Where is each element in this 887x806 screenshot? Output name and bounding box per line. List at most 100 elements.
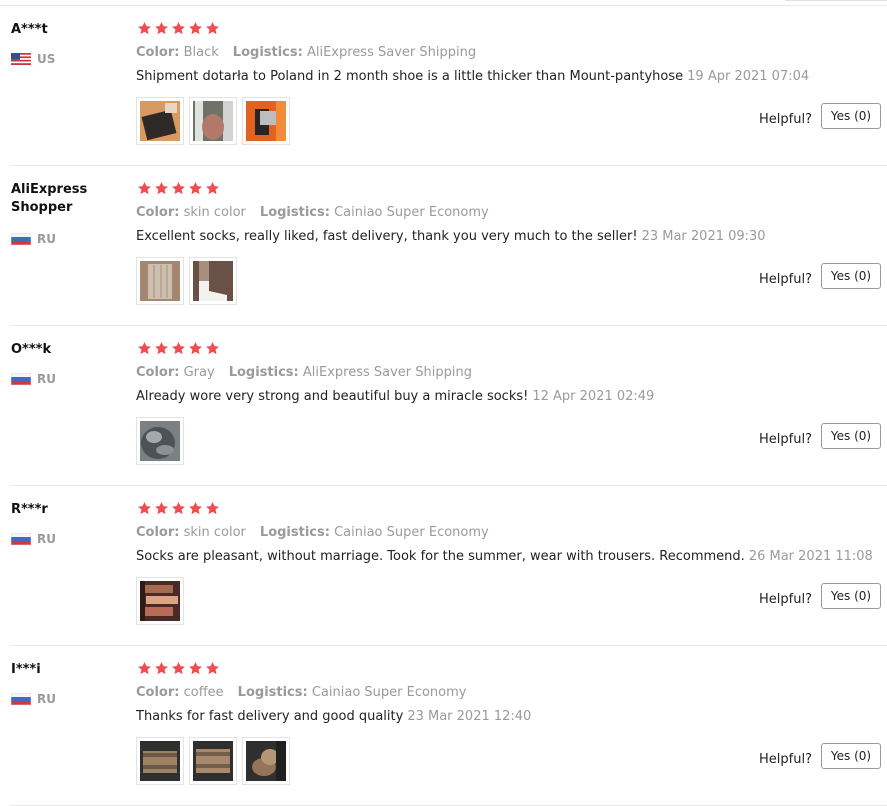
review-item: A***t US Color: Black Logistics: AliExpress…	[0, 6, 887, 166]
star-icon	[171, 661, 186, 676]
star-icon	[171, 341, 186, 356]
review-photo[interactable]	[136, 737, 184, 785]
star-icon	[188, 341, 203, 356]
reviewer-name: R***r	[11, 502, 48, 517]
review-photo[interactable]	[242, 737, 290, 785]
reviewer-country: US	[11, 52, 55, 66]
ru-flag-icon	[10, 232, 32, 246]
star-icon	[137, 501, 152, 516]
logistics-key: Logistics:	[259, 525, 330, 540]
helpful-label: Helpful?	[759, 751, 812, 767]
reviewer-name: I***i	[11, 662, 41, 677]
us-flag-icon	[11, 53, 31, 65]
logistics-value: AliExpress Saver Shipping	[306, 45, 477, 60]
review-attributes: Color: coffee Logistics: Cainiao Super Ec…	[136, 685, 467, 700]
top-edge	[785, 0, 887, 1]
review-attributes: Color: Gray Logistics: AliExpress Saver S…	[136, 365, 472, 380]
logistics-key: Logistics:	[228, 365, 299, 380]
review-text: Socks are pleasant, without marriage. To…	[136, 549, 745, 564]
star-icon	[205, 181, 220, 196]
review-photo[interactable]	[189, 257, 237, 305]
logistics-key: Logistics:	[232, 45, 303, 60]
review-photo[interactable]	[136, 257, 184, 305]
reviewer-name: A***t	[11, 22, 48, 37]
star-rating	[137, 21, 220, 36]
helpful-yes-button[interactable]: Yes (0)	[821, 263, 881, 289]
helpful-yes-button[interactable]: Yes (0)	[821, 103, 881, 129]
ru-flag-icon	[10, 372, 32, 386]
review-text-line: Socks are pleasant, without marriage. To…	[136, 549, 873, 564]
country-code: RU	[37, 232, 56, 246]
star-icon	[188, 181, 203, 196]
star-icon	[137, 181, 152, 196]
star-rating	[137, 661, 220, 676]
review-date: 23 Mar 2021 09:30	[641, 229, 766, 244]
star-icon	[154, 21, 169, 36]
review-attributes: Color: skin color Logistics: Cainiao Supe…	[136, 525, 489, 540]
country-code: RU	[37, 532, 56, 546]
color-value: skin color	[183, 525, 246, 540]
star-icon	[137, 341, 152, 356]
color-key: Color:	[136, 365, 180, 380]
star-rating	[137, 341, 220, 356]
color-value: Black	[183, 45, 219, 60]
review-photo[interactable]	[136, 97, 184, 145]
reviewer-name: O***k	[11, 342, 52, 357]
review-text-line: Thanks for fast delivery and good qualit…	[136, 709, 531, 724]
review-photo[interactable]	[189, 97, 237, 145]
review-item: R***r RU Color: skin color Logistics: Caini…	[0, 486, 887, 646]
helpful-label: Helpful?	[759, 591, 812, 607]
logistics-value: Cainiao Super Economy	[334, 525, 489, 540]
review-attributes: Color: Black Logistics: AliExpress Saver …	[136, 45, 476, 60]
logistics-key: Logistics:	[259, 205, 330, 220]
star-icon	[205, 501, 220, 516]
reviewer-country: RU	[10, 532, 56, 546]
country-code: RU	[37, 372, 56, 386]
star-icon	[154, 661, 169, 676]
country-code: RU	[37, 692, 56, 706]
review-photos	[136, 737, 290, 785]
reviewer-name: AliExpress Shopper	[11, 182, 88, 215]
star-icon	[171, 181, 186, 196]
logistics-value: AliExpress Saver Shipping	[302, 365, 472, 380]
helpful-section: Helpful? Yes (0)	[759, 103, 881, 129]
ru-flag-icon	[10, 692, 32, 706]
star-icon	[188, 21, 203, 36]
star-rating	[137, 181, 220, 196]
helpful-yes-button[interactable]: Yes (0)	[821, 583, 881, 609]
color-value: skin color	[183, 205, 246, 220]
review-text: Thanks for fast delivery and good qualit…	[136, 709, 404, 724]
reviewer-country: RU	[10, 692, 56, 706]
review-photo[interactable]	[136, 417, 184, 465]
review-photo[interactable]	[136, 577, 184, 625]
color-key: Color:	[136, 525, 180, 540]
review-photos	[136, 577, 184, 625]
review-date: 19 Apr 2021 07:04	[687, 69, 810, 84]
review-date: 12 Apr 2021 02:49	[532, 389, 655, 404]
helpful-label: Helpful?	[759, 431, 812, 447]
ru-flag-icon	[10, 532, 32, 546]
color-value: Gray	[183, 365, 215, 380]
star-icon	[188, 661, 203, 676]
review-item: I***i RU Color: coffee Logistics: Cainiao S…	[0, 646, 887, 806]
logistics-key: Logistics:	[237, 685, 308, 700]
color-value: coffee	[183, 685, 224, 700]
star-icon	[205, 661, 220, 676]
review-attributes: Color: skin color Logistics: Cainiao Supe…	[136, 205, 489, 220]
star-icon	[137, 661, 152, 676]
helpful-yes-button[interactable]: Yes (0)	[821, 743, 881, 769]
review-photo[interactable]	[189, 737, 237, 785]
review-photos	[136, 417, 184, 465]
helpful-section: Helpful? Yes (0)	[759, 743, 881, 769]
star-icon	[154, 181, 169, 196]
review-date: 23 Mar 2021 12:40	[407, 709, 532, 724]
helpful-section: Helpful? Yes (0)	[759, 423, 881, 449]
helpful-yes-button[interactable]: Yes (0)	[821, 423, 881, 449]
logistics-value: Cainiao Super Economy	[334, 205, 489, 220]
star-icon	[137, 21, 152, 36]
star-icon	[171, 21, 186, 36]
review-text: Shipment dotarła to Poland in 2 month sh…	[136, 69, 684, 84]
review-text: Already wore very strong and beautiful b…	[136, 389, 529, 404]
review-photo[interactable]	[242, 97, 290, 145]
star-icon	[171, 501, 186, 516]
